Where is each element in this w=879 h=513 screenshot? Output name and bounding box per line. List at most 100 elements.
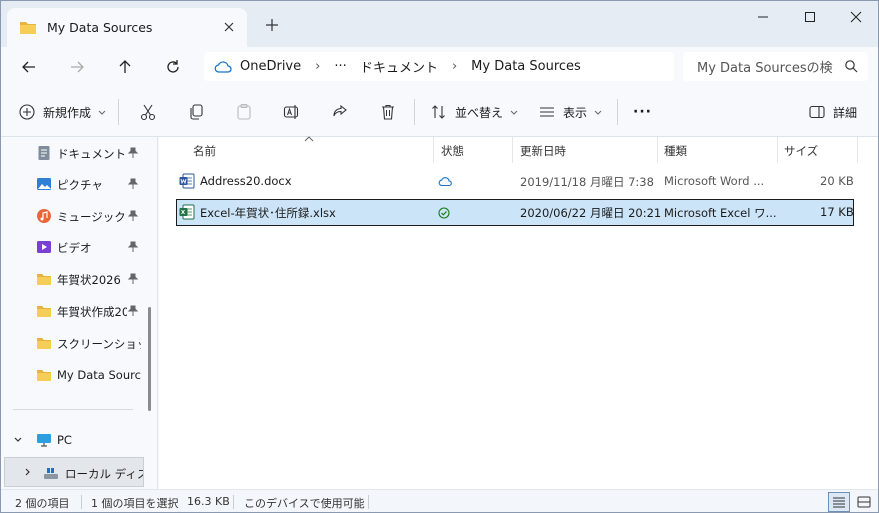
new-label: 新規作成: [43, 105, 92, 120]
address-bar[interactable]: OneDrive › ··· › ドキュメント › My Data Source…: [204, 52, 674, 81]
status-divider: [81, 495, 82, 509]
cut-button[interactable]: [139, 100, 157, 124]
table-row[interactable]: Address20.docx 2019/11/18 月曜日 7:38 Micro…: [176, 168, 854, 195]
column-size[interactable]: サイズ: [784, 143, 818, 159]
sidebar-item-screenshots[interactable]: スクリーンショット: [1, 328, 146, 358]
new-button[interactable]: 新規作成: [19, 100, 107, 124]
search-placeholder: My Data Sourcesの検: [697, 61, 833, 76]
file-type: Microsoft Word ...: [664, 174, 765, 188]
sidebar-scrollbar[interactable]: [148, 307, 151, 411]
view-button[interactable]: 表示: [539, 100, 603, 124]
column-divider[interactable]: [777, 137, 778, 163]
minimize-icon: [758, 16, 768, 18]
arrow-left-icon: [22, 61, 35, 73]
new-tab-icon[interactable]: [263, 16, 281, 34]
column-modified[interactable]: 更新日時: [520, 143, 566, 159]
sidebar-item-documents[interactable]: ドキュメント: [1, 138, 146, 168]
sidebar-item-pc[interactable]: PC: [1, 425, 146, 455]
sidebar-item-video[interactable]: ビデオ: [1, 232, 146, 262]
file-size: 20 KB: [820, 174, 854, 188]
rename-button[interactable]: [283, 100, 301, 124]
copy-icon: [190, 104, 203, 120]
folder-icon: [37, 274, 51, 285]
pin-icon: [127, 147, 139, 158]
file-name: Address20.docx: [200, 174, 292, 188]
forward-button[interactable]: [65, 55, 89, 79]
chevron-down-icon: [98, 110, 106, 115]
toolbar-divider: [414, 99, 415, 125]
title-bar: My Data Sources: [1, 1, 878, 47]
navigation-pane: ドキュメント ピクチャ ミュージック ビデオ 年賀状2026 年賀状作成2026: [1, 137, 158, 489]
column-divider[interactable]: [657, 137, 658, 163]
tab-title: My Data Sources: [47, 20, 153, 35]
rename-icon: [283, 105, 299, 119]
column-header-row: 名前 状態 更新日時 種類 サイズ: [159, 136, 878, 163]
sidebar-item-label: PC: [57, 433, 72, 447]
close-icon: [850, 11, 862, 23]
delete-button[interactable]: [379, 100, 397, 124]
video-icon: [37, 241, 51, 253]
chevron-down-icon: [14, 437, 22, 442]
pin-icon: [127, 241, 139, 252]
table-row-selected[interactable]: Excel-年賀状･住所録.xlsx 2020/06/22 月曜日 20:21 …: [176, 199, 854, 226]
column-divider[interactable]: [857, 137, 858, 163]
copy-button[interactable]: [187, 100, 205, 124]
close-tab-icon[interactable]: [221, 19, 237, 35]
breadcrumb-onedrive[interactable]: OneDrive: [240, 59, 301, 74]
column-divider[interactable]: [512, 137, 513, 163]
breadcrumb-ellipsis[interactable]: ···: [334, 59, 346, 74]
tab-my-data-sources[interactable]: My Data Sources: [7, 8, 247, 47]
cloud-icon: [214, 60, 232, 73]
toolbar-divider: [617, 99, 618, 125]
chevron-right-icon: ›: [315, 59, 321, 74]
document-icon: [38, 146, 50, 160]
column-name[interactable]: 名前: [193, 143, 216, 159]
refresh-icon: [167, 60, 179, 73]
sidebar-item-my-data-sources[interactable]: My Data Sources: [1, 360, 146, 390]
breadcrumb-documents[interactable]: ドキュメント: [360, 57, 438, 76]
arrow-up-icon: [119, 60, 131, 73]
folder-icon: [20, 22, 36, 34]
column-divider[interactable]: [433, 137, 434, 163]
share-icon: [333, 104, 347, 117]
arrow-right-icon: [71, 61, 84, 73]
explorer-window: My Data Sources OneDrive › ··· ドキュメント › …: [0, 0, 879, 513]
sidebar-item-nengajo-2026[interactable]: 年賀状2026: [1, 264, 146, 294]
sidebar-item-pictures[interactable]: ピクチャ: [1, 169, 146, 199]
sort-label: 並べ替え: [455, 105, 504, 120]
search-icon: [845, 60, 858, 73]
back-button[interactable]: [17, 55, 41, 79]
more-options-button[interactable]: ···: [633, 100, 652, 124]
plus-circle-icon: [19, 104, 35, 120]
file-type: Microsoft Excel ワ...: [664, 206, 777, 220]
toolbar-divider: [118, 99, 119, 125]
paste-button[interactable]: [235, 100, 253, 124]
details-view-button[interactable]: [828, 492, 850, 512]
details-pane-button[interactable]: 詳細: [809, 100, 857, 124]
scissors-icon: [140, 104, 156, 121]
share-button[interactable]: [331, 100, 349, 124]
refresh-button[interactable]: [161, 55, 185, 79]
sort-icon: [432, 105, 445, 119]
sidebar-item-nengajo-sakusei-2026[interactable]: 年賀状作成2026: [1, 296, 146, 326]
column-type[interactable]: 種類: [664, 143, 687, 159]
sort-button[interactable]: 並べ替え: [431, 100, 519, 124]
computer-icon: [37, 434, 51, 447]
pin-icon: [127, 305, 139, 316]
sidebar-divider: [13, 409, 133, 410]
view-label: 表示: [563, 105, 588, 120]
thumbnail-view-button[interactable]: [853, 492, 875, 512]
sidebar-item-music[interactable]: ミュージック: [1, 201, 146, 231]
close-window-button[interactable]: [836, 7, 876, 27]
minimize-button[interactable]: [743, 7, 783, 27]
breadcrumb-current[interactable]: My Data Sources: [471, 59, 581, 74]
file-size: 17 KB: [820, 205, 854, 219]
up-button[interactable]: [113, 55, 137, 79]
sort-ascending-icon: [304, 136, 314, 142]
search-input[interactable]: My Data Sourcesの検: [683, 52, 868, 81]
pin-icon: [127, 273, 139, 284]
sidebar-item-local-disk[interactable]: ローカル ディスク: [4, 457, 144, 487]
column-status[interactable]: 状態: [441, 143, 464, 159]
maximize-button[interactable]: [790, 7, 830, 27]
more-icon: ···: [633, 104, 652, 120]
